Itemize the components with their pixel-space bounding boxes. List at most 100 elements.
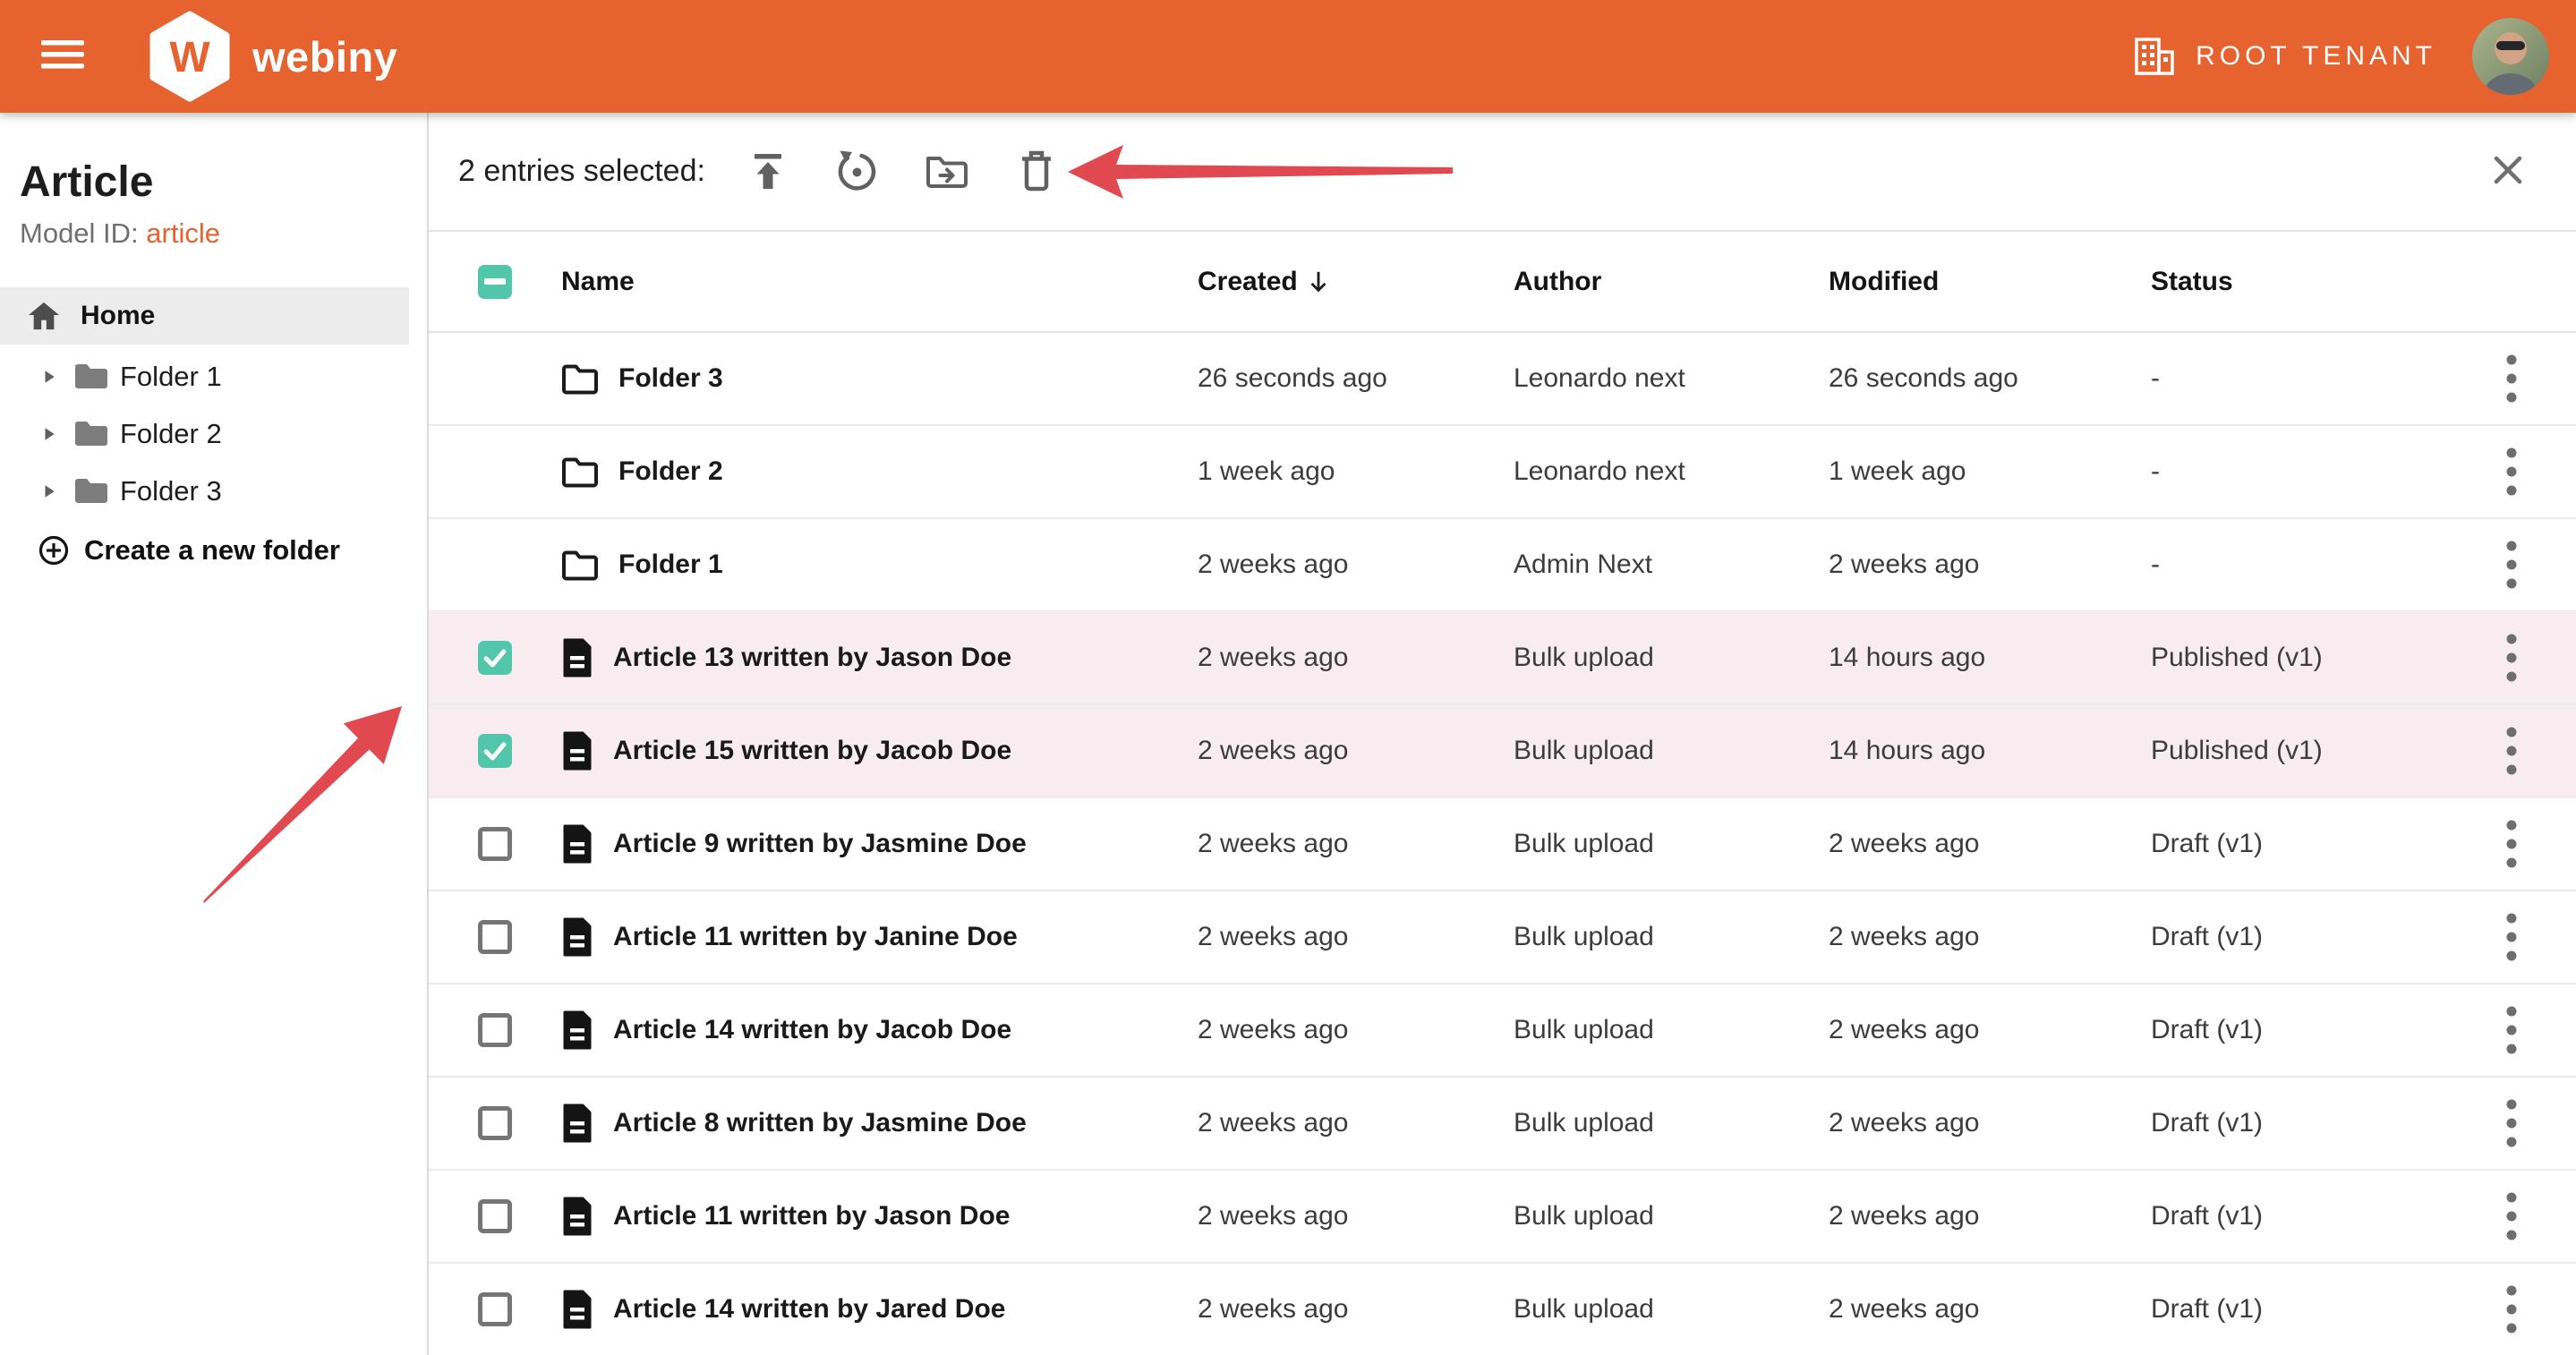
tenant-building-icon: [2135, 38, 2174, 75]
row-checkbox[interactable]: [478, 641, 512, 675]
table-row[interactable]: Folder 2 1 week ago Leonardo next 1 week…: [429, 426, 2576, 519]
entry-name[interactable]: Folder 1: [618, 550, 723, 580]
entry-name[interactable]: Article 14 written by Jared Doe: [613, 1294, 1006, 1325]
folder-icon: [561, 362, 599, 395]
unpublish-button[interactable]: [836, 150, 879, 193]
status-cell: Published (v1): [2151, 736, 2474, 766]
column-header-status[interactable]: Status: [2151, 267, 2474, 297]
create-folder-button[interactable]: Create a new folder: [0, 522, 427, 579]
entry-name[interactable]: Article 14 written by Jacob Doe: [613, 1015, 1011, 1045]
modified-cell: 2 weeks ago: [1829, 1108, 2151, 1138]
table-header: NameCreatedAuthorModifiedStatus: [429, 232, 2576, 333]
row-menu-button[interactable]: [2506, 1098, 2517, 1148]
tenant-selector[interactable]: ROOT TENANT: [2135, 38, 2436, 75]
modified-cell: 2 weeks ago: [1829, 550, 2151, 580]
column-header-created[interactable]: Created: [1198, 267, 1514, 297]
modified-cell: 2 weeks ago: [1829, 1294, 2151, 1325]
row-checkbox[interactable]: [478, 734, 512, 768]
table-row[interactable]: Article 15 written by Jacob Doe 2 weeks …: [429, 705, 2576, 798]
entry-name[interactable]: Article 13 written by Jason Doe: [613, 643, 1011, 673]
sidebar-folder-item[interactable]: Folder 2: [0, 405, 427, 463]
row-checkbox[interactable]: [478, 1013, 512, 1047]
article-icon: [561, 917, 593, 957]
user-avatar[interactable]: [2472, 18, 2549, 95]
table-row[interactable]: Article 8 written by Jasmine Doe 2 weeks…: [429, 1078, 2576, 1171]
move-to-folder-button[interactable]: [925, 150, 968, 193]
menu-icon[interactable]: [41, 36, 84, 78]
row-menu-button[interactable]: [2506, 726, 2517, 776]
entry-name[interactable]: Article 11 written by Jason Doe: [613, 1201, 1010, 1231]
unpublish-icon: [836, 150, 878, 192]
brand-wordmark: webiny: [252, 32, 397, 81]
row-checkbox[interactable]: [478, 920, 512, 954]
table-row[interactable]: Folder 1 2 weeks ago Admin Next 2 weeks …: [429, 519, 2576, 612]
entry-name[interactable]: Article 15 written by Jacob Doe: [613, 736, 1011, 766]
column-header-name[interactable]: Name: [561, 267, 1198, 297]
status-cell: Draft (v1): [2151, 1015, 2474, 1045]
status-cell: Published (v1): [2151, 643, 2474, 673]
modified-cell: 14 hours ago: [1829, 736, 2151, 766]
publish-button[interactable]: [746, 150, 789, 193]
sidebar-folder-item[interactable]: Folder 3: [0, 463, 427, 520]
folder-icon: [73, 477, 109, 506]
modified-cell: 1 week ago: [1829, 456, 2151, 487]
created-cell: 2 weeks ago: [1198, 1015, 1514, 1045]
table-row[interactable]: Article 9 written by Jasmine Doe 2 weeks…: [429, 798, 2576, 891]
row-checkbox[interactable]: [478, 1292, 512, 1326]
status-cell: Draft (v1): [2151, 1108, 2474, 1138]
modified-cell: 2 weeks ago: [1829, 829, 2151, 859]
row-menu-button[interactable]: [2506, 819, 2517, 869]
table-row[interactable]: Article 14 written by Jacob Doe 2 weeks …: [429, 984, 2576, 1078]
folder-icon: [561, 549, 599, 581]
entry-name[interactable]: Article 8 written by Jasmine Doe: [613, 1108, 1027, 1138]
table-row[interactable]: Article 11 written by Janine Doe 2 weeks…: [429, 891, 2576, 984]
column-header-modified[interactable]: Modified: [1829, 267, 2151, 297]
row-checkbox[interactable]: [478, 827, 512, 861]
model-id-value[interactable]: article: [146, 217, 220, 249]
row-menu-button[interactable]: [2506, 447, 2517, 497]
row-menu-button[interactable]: [2506, 1191, 2517, 1241]
check-icon: [480, 736, 510, 766]
author-cell: Bulk upload: [1514, 922, 1829, 952]
select-all-checkbox[interactable]: [478, 265, 512, 299]
row-menu-button[interactable]: [2506, 1284, 2517, 1334]
row-menu-button[interactable]: [2506, 633, 2517, 683]
table-row[interactable]: Article 13 written by Jason Doe 2 weeks …: [429, 612, 2576, 705]
author-cell: Bulk upload: [1514, 829, 1829, 859]
table-row[interactable]: Article 14 written by Jared Doe 2 weeks …: [429, 1264, 2576, 1355]
folder-label: Folder 2: [120, 418, 222, 450]
column-header-author[interactable]: Author: [1514, 267, 1829, 297]
author-cell: Bulk upload: [1514, 1108, 1829, 1138]
created-cell: 2 weeks ago: [1198, 1294, 1514, 1325]
table-row[interactable]: Article 11 written by Jason Doe 2 weeks …: [429, 1171, 2576, 1264]
table-row[interactable]: Folder 3 26 seconds ago Leonardo next 26…: [429, 333, 2576, 426]
article-icon: [561, 824, 593, 864]
status-cell: Draft (v1): [2151, 922, 2474, 952]
close-selection-button[interactable]: [2492, 154, 2524, 189]
row-menu-button[interactable]: [2506, 540, 2517, 590]
author-cell: Leonardo next: [1514, 363, 1829, 394]
row-menu-button[interactable]: [2506, 912, 2517, 962]
status-cell: -: [2151, 550, 2474, 580]
folder-icon: [561, 456, 599, 488]
sidebar-item-home[interactable]: Home: [0, 287, 409, 345]
page-title: Article: [20, 158, 427, 207]
sidebar-folder-item[interactable]: Folder 1: [0, 348, 427, 405]
check-icon: [480, 643, 510, 673]
author-cell: Bulk upload: [1514, 1201, 1829, 1231]
row-checkbox[interactable]: [478, 1199, 512, 1233]
delete-button[interactable]: [1015, 150, 1058, 193]
row-menu-button[interactable]: [2506, 354, 2517, 404]
entry-name[interactable]: Folder 2: [618, 456, 723, 487]
webiny-logo[interactable]: W webiny: [149, 11, 397, 102]
row-menu-button[interactable]: [2506, 1005, 2517, 1055]
entry-name[interactable]: Article 9 written by Jasmine Doe: [613, 829, 1027, 859]
author-cell: Bulk upload: [1514, 1294, 1829, 1325]
delete-icon: [1019, 150, 1054, 193]
sort-desc-icon: [1309, 269, 1328, 294]
created-cell: 26 seconds ago: [1198, 363, 1514, 394]
entry-name[interactable]: Article 11 written by Janine Doe: [613, 922, 1018, 952]
entry-name[interactable]: Folder 3: [618, 363, 723, 394]
row-checkbox[interactable]: [478, 1106, 512, 1140]
article-icon: [561, 1197, 593, 1236]
